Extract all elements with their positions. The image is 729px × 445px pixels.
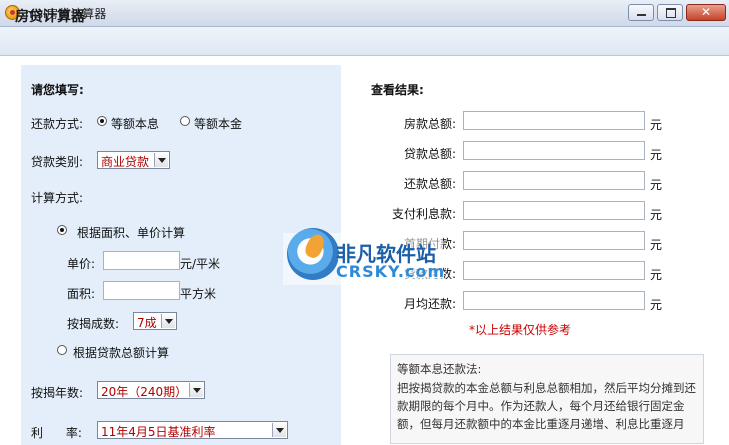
interest-rate-select[interactable]: 11年4月5日基准利率 bbox=[97, 421, 288, 439]
currency-unit: 元 bbox=[650, 148, 663, 162]
loan-type-label: 贷款类别: bbox=[31, 155, 84, 169]
watermark-text-en: CRSKY.com bbox=[336, 262, 446, 281]
result-loan-total-field[interactable] bbox=[463, 141, 645, 160]
unit-price-unit: 元/平米 bbox=[180, 257, 221, 271]
page-header bbox=[0, 27, 729, 56]
method-description-text: 把按揭贷款的本金总额与利息总额相加，然后平均分摊到还款期限的每个月中。作为还款人… bbox=[397, 381, 696, 431]
currency-unit: 元 bbox=[650, 268, 663, 282]
currency-unit: 元 bbox=[650, 208, 663, 222]
chevron-down-icon bbox=[189, 383, 203, 397]
result-label-monthly: 月均还款: bbox=[403, 297, 456, 311]
mortgage-ratio-select[interactable]: 7成 bbox=[133, 312, 177, 330]
method-description-title: 等额本息还款法: bbox=[397, 362, 482, 376]
page-title: 房贷计算器 bbox=[15, 9, 85, 25]
results-heading: 查看结果: bbox=[371, 83, 424, 97]
result-monthly-field[interactable] bbox=[463, 291, 645, 310]
currency-unit: 元 bbox=[650, 118, 663, 132]
repay-equal-principal-radio[interactable] bbox=[180, 116, 190, 126]
method-description-box: 等额本息还款法: 把按揭贷款的本金总额与利息总额相加，然后平均分摊到还款期限的每… bbox=[390, 354, 704, 444]
close-button[interactable]: ✕ bbox=[686, 4, 726, 21]
currency-unit: 元 bbox=[650, 238, 663, 252]
result-label-loan-total: 贷款总额: bbox=[403, 147, 456, 161]
currency-unit: 元 bbox=[650, 298, 663, 312]
repay-equal-installment-label[interactable]: 等额本息 bbox=[111, 115, 159, 132]
result-loan-months-field[interactable] bbox=[463, 261, 645, 280]
unit-price-label: 单价: bbox=[67, 257, 96, 271]
chevron-down-icon bbox=[154, 153, 168, 167]
loan-type-value: 商业贷款 bbox=[101, 155, 150, 169]
minimize-button[interactable] bbox=[628, 4, 654, 21]
area-unit: 平方米 bbox=[180, 287, 217, 301]
chevron-down-icon bbox=[272, 423, 286, 437]
interest-rate-label: 利 率: bbox=[31, 426, 82, 440]
result-label-repay-total: 还款总额: bbox=[403, 177, 456, 191]
calc-method-label: 计算方式: bbox=[31, 191, 84, 205]
mortgage-ratio-value: 7成 bbox=[137, 316, 157, 330]
form-heading: 请您填写: bbox=[31, 83, 84, 97]
repay-method-label: 还款方式: bbox=[31, 117, 84, 131]
minimize-icon bbox=[637, 14, 646, 16]
area-input[interactable] bbox=[103, 281, 180, 300]
result-house-total-field[interactable] bbox=[463, 111, 645, 130]
interest-rate-value: 11年4月5日基准利率 bbox=[101, 425, 216, 439]
result-interest-field[interactable] bbox=[463, 201, 645, 220]
mortgage-years-value: 20年（240期） bbox=[101, 385, 188, 399]
mortgage-years-select[interactable]: 20年（240期） bbox=[97, 381, 205, 399]
repay-equal-installment-radio[interactable] bbox=[97, 116, 107, 126]
result-label-interest: 支付利息款: bbox=[391, 207, 456, 221]
loan-type-select[interactable]: 商业贷款 bbox=[97, 151, 170, 169]
chevron-down-icon bbox=[161, 314, 175, 328]
maximize-icon bbox=[666, 8, 676, 18]
calc-by-loan-total-radio[interactable] bbox=[57, 345, 67, 355]
result-down-payment-field[interactable] bbox=[463, 231, 645, 250]
title-bar[interactable] bbox=[0, 0, 729, 27]
calc-by-area-radio[interactable] bbox=[57, 225, 67, 235]
results-disclaimer: *以上结果仅供参考 bbox=[469, 323, 572, 337]
unit-price-input[interactable] bbox=[103, 251, 180, 270]
repay-equal-principal-label[interactable]: 等额本金 bbox=[194, 115, 242, 132]
calc-by-area-label[interactable]: 根据面积、单价计算 bbox=[77, 224, 185, 241]
result-repay-total-field[interactable] bbox=[463, 171, 645, 190]
mortgage-years-label: 按揭年数: bbox=[31, 386, 84, 400]
area-label: 面积: bbox=[67, 287, 96, 301]
close-icon: ✕ bbox=[700, 5, 712, 19]
maximize-button[interactable] bbox=[657, 4, 683, 21]
currency-unit: 元 bbox=[650, 178, 663, 192]
calc-by-loan-total-label[interactable]: 根据贷款总额计算 bbox=[73, 344, 169, 361]
mortgage-ratio-label: 按揭成数: bbox=[67, 317, 120, 331]
watermark-logo-icon bbox=[287, 228, 339, 280]
result-label-house-total: 房款总额: bbox=[403, 117, 456, 131]
